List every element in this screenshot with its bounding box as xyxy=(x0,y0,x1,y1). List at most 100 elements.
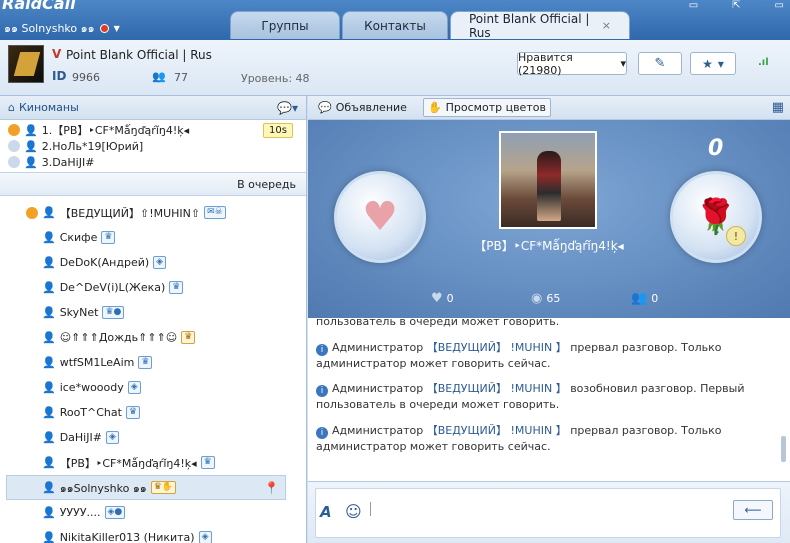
calendar-icon[interactable]: ▦ xyxy=(772,100,784,115)
speaker-stage: ♥ 0 🌹 ! 【PB】‣CF*Mǻŋďąŕǐŋ4!ķ◂ ♥ 0 ◉ 65 👥 0 xyxy=(308,120,790,318)
member-badge-icon: ◈● xyxy=(104,506,126,519)
stage-stats: ♥ 0 ◉ 65 👥 0 xyxy=(308,291,790,311)
edit-profile-button[interactable]: ✎ xyxy=(638,52,682,75)
info-icon: i xyxy=(316,427,328,439)
queue-row[interactable]: 👤 1.【PB】‣CF*Mǻŋďąŕǐŋ4!ķ◂ xyxy=(0,122,306,138)
chat-icon: 💬 xyxy=(277,100,292,115)
speaker-avatar[interactable] xyxy=(499,131,597,229)
member-row[interactable]: 👤 RooT^Chat ♛ xyxy=(0,400,306,425)
chat-log: пользователь в очереди может говорить. i… xyxy=(308,318,790,481)
user-name: ๑๑ Solnyshko ๑๑ xyxy=(4,22,95,35)
tab-room[interactable]: Point Blank Official | Rus × xyxy=(450,11,630,40)
member-row[interactable]: 👤 ☺⇑⇑⇑Дождь⇑⇑⇑☺ ♛ xyxy=(0,325,306,350)
member-row[interactable]: 👤 Скифе ♛ xyxy=(0,225,306,250)
member-row[interactable]: 👤 DeDoK(Андрей) ◈ xyxy=(0,250,306,275)
announcement-icon: 💬 xyxy=(318,101,332,114)
verified-mark: V xyxy=(52,47,62,61)
edit-icon: ✎ xyxy=(654,56,666,71)
users-icon: 👥 xyxy=(152,70,166,83)
join-queue-button[interactable]: В очередь xyxy=(0,172,306,196)
room-avatar[interactable] xyxy=(8,45,44,83)
announcement-button[interactable]: 💬 Объявление xyxy=(314,99,411,116)
user-icon: 👤 xyxy=(24,123,38,137)
member-badge-icon: ♛ xyxy=(125,406,141,419)
user-icon: 👤 xyxy=(42,506,56,519)
member-row[interactable]: 👤 NikitaKiller013 (Никита) ◈ xyxy=(0,525,306,543)
speaker-queue: 👤 1.【PB】‣CF*Mǻŋďąŕǐŋ4!ķ◂ 👤 2.НоЛь*19[Юрий]… xyxy=(0,120,306,172)
member-name: ice*wooody xyxy=(59,381,124,394)
member-row[interactable]: 👤 【ВЕДУЩИЙ】⇧!MUHIN⇧ ✉☠ xyxy=(0,200,306,225)
room-level: Уровень: 48 xyxy=(241,72,310,85)
busy-status-icon[interactable] xyxy=(99,23,109,33)
user-icon: 👤 xyxy=(42,306,56,319)
star-icon: ★ xyxy=(702,56,713,71)
member-name: DeDoK(Андрей) xyxy=(59,256,150,269)
user-icon: 👤 xyxy=(42,281,56,294)
member-row[interactable]: 👤 УУУУ.... ◈● xyxy=(0,500,306,525)
member-name: RooT^Chat xyxy=(59,406,122,419)
title-bar: RaidCall ๑๑ Solnyshko ๑๑ ▼ ▭ ⇱ ▭ Группы … xyxy=(0,0,790,40)
speaking-icon xyxy=(26,206,38,219)
group-name[interactable]: Киноманы xyxy=(19,101,79,114)
chevron-down-icon: ▾ xyxy=(620,57,626,70)
member-badge-icon: ◈ xyxy=(198,531,212,543)
queue-row[interactable]: 👤 2.НоЛь*19[Юрий] xyxy=(0,138,306,154)
chevron-down-icon: ▾ xyxy=(717,56,724,71)
queue-row[interactable]: 👤 3.DaHiJI# xyxy=(0,154,306,170)
speaking-icon xyxy=(8,124,20,136)
likes-stat: ♥ 0 xyxy=(431,291,454,306)
message-input[interactable] xyxy=(315,488,781,538)
speaker-name: 【PB】‣CF*Mǻŋďąŕǐŋ4!ķ◂ xyxy=(474,239,624,253)
member-row[interactable]: 👤 SkyNet ♛● xyxy=(0,300,306,325)
user-icon: 👤 xyxy=(42,331,56,344)
member-name: De^DeV(i)L(Жека) xyxy=(59,281,166,294)
users-icon: 👥 xyxy=(631,291,648,306)
listeners-stat: 👥 0 xyxy=(631,291,659,306)
member-name: wtfSM1LeAim xyxy=(59,356,135,369)
favorite-button[interactable]: ★ ▾ xyxy=(690,52,736,75)
close-icon[interactable]: × xyxy=(602,19,611,32)
skin-icon[interactable]: ▭ xyxy=(689,0,698,11)
member-name: УУУУ.... xyxy=(59,506,101,519)
member-row[interactable]: 👤 ๑๑Solnyshko ๑๑ ♛✋ 📍 xyxy=(6,475,286,500)
user-icon: 👤 xyxy=(42,206,56,219)
user-icon: 👤 xyxy=(42,406,56,419)
room-id-value: 9966 xyxy=(72,71,100,84)
score-value: 0 xyxy=(708,136,724,161)
status-dropdown-icon[interactable]: ▼ xyxy=(114,24,120,33)
info-icon: i xyxy=(316,344,328,356)
user-icon: 👤 xyxy=(42,481,56,494)
views-stat: ◉ 65 xyxy=(531,291,561,306)
tab-contacts[interactable]: Контакты xyxy=(342,11,448,39)
font-icon[interactable]: A xyxy=(320,503,332,521)
member-row[interactable]: 👤 De^DeV(i)L(Жека) ♛ xyxy=(0,275,306,300)
member-row[interactable]: 👤 wtfSM1LeAim ♛ xyxy=(0,350,306,375)
send-button[interactable]: ⟵ xyxy=(733,500,773,520)
member-row[interactable]: 👤 DaHiJI# ◈ xyxy=(0,425,306,450)
mini-mode-icon[interactable]: ⇱ xyxy=(732,0,740,11)
tab-groups[interactable]: Группы xyxy=(230,11,340,39)
member-row[interactable]: 👤 ice*wooody ◈ xyxy=(0,375,306,400)
member-badge-icon: ◈ xyxy=(153,256,167,269)
main-tabs: Группы Контакты Point Blank Official | R… xyxy=(230,11,632,40)
room-toolbar: 💬 Объявление ✋ Просмотр цветов ▦ xyxy=(308,96,790,120)
member-row[interactable]: 👤 【PB】‣CF*Mǻŋďąŕǐŋ4!ķ◂ ♛ xyxy=(0,450,306,475)
user-icon: 👤 xyxy=(42,431,56,444)
view-colors-button[interactable]: ✋ Просмотр цветов xyxy=(422,98,551,117)
room-title: Point Blank Official | Rus xyxy=(66,48,212,62)
user-icon: 👤 xyxy=(42,231,56,244)
chat-scrollbar[interactable] xyxy=(781,436,786,462)
member-name: DaHiJI# xyxy=(59,431,102,444)
signal-icon: .ıl xyxy=(758,57,769,68)
user-icon: 👤 xyxy=(42,256,56,269)
user-status[interactable]: ๑๑ Solnyshko ๑๑ ▼ xyxy=(4,19,120,37)
smile-icon[interactable]: ☺ xyxy=(345,502,362,521)
right-panel: 💬 Объявление ✋ Просмотр цветов ▦ ♥ 0 🌹 ! 【… xyxy=(308,96,790,543)
menu-icon[interactable]: ▭ xyxy=(775,0,784,11)
like-button[interactable]: Нравится (21980) ▾ xyxy=(517,51,627,77)
member-badge-icon: ✉☠ xyxy=(204,206,226,219)
member-badge-icon: ♛ xyxy=(169,281,184,294)
app-logo: RaidCall xyxy=(2,0,76,13)
member-badge-icon: ♛ xyxy=(200,456,215,469)
group-menu-button[interactable]: 💬▾ xyxy=(277,101,298,115)
